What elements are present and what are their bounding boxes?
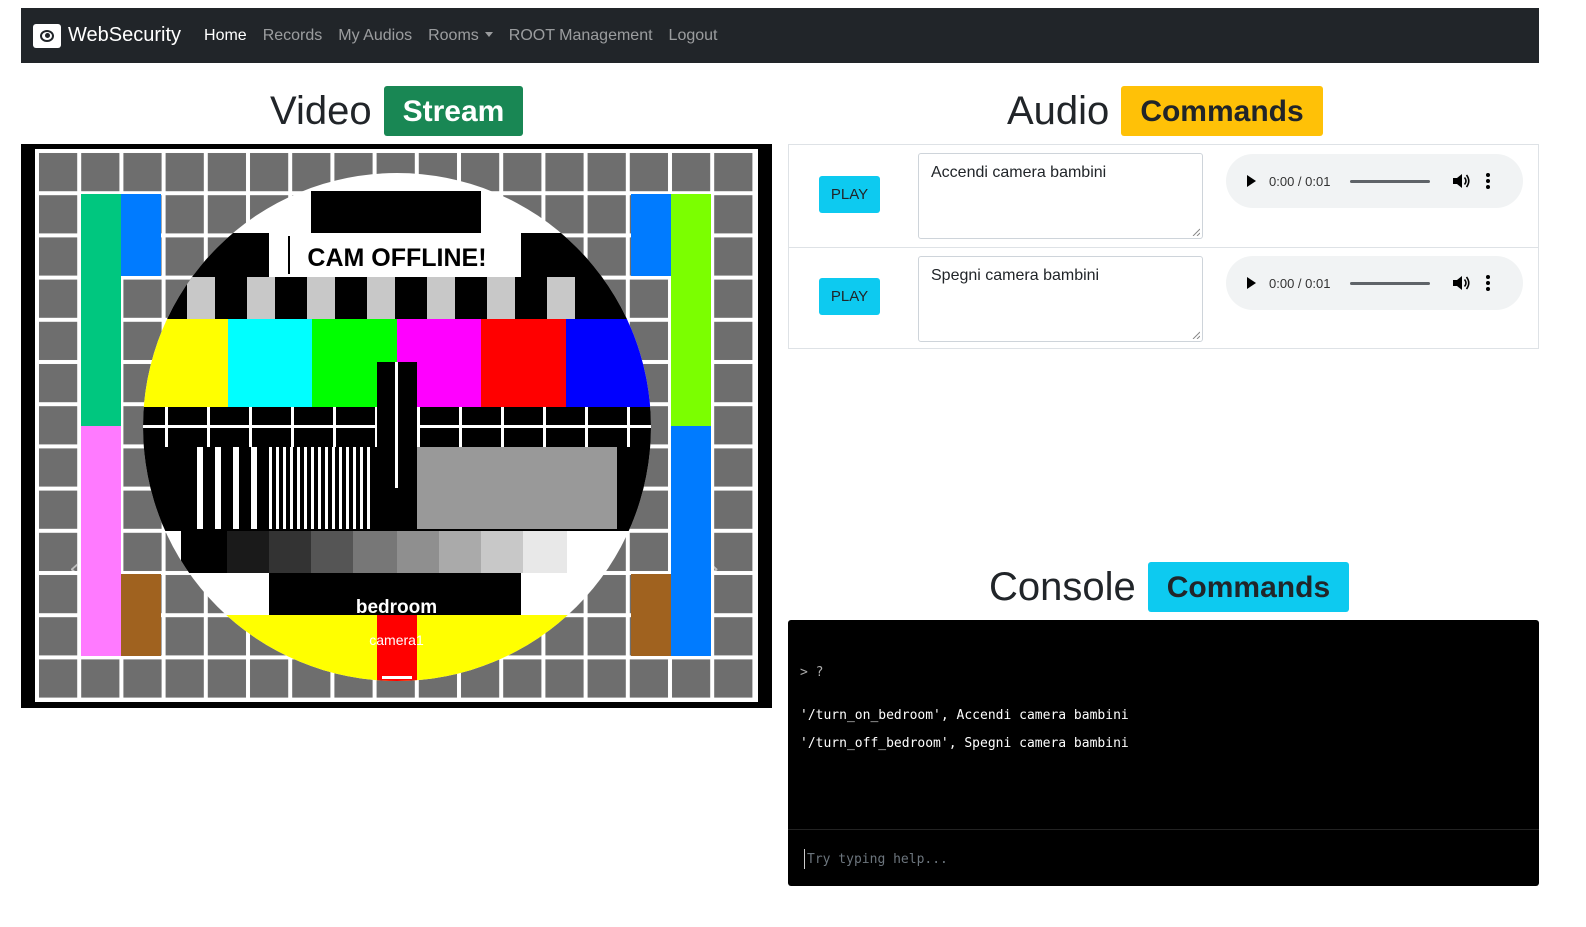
nav-item-records[interactable]: Records bbox=[263, 27, 323, 45]
nav-item-logout[interactable]: Logout bbox=[669, 27, 718, 45]
console-title: Console bbox=[989, 564, 1136, 609]
audio-time: 0:00 / 0:01 bbox=[1269, 275, 1331, 291]
command-text: Accendi camera bambini bbox=[931, 164, 1107, 181]
audio-heading: Audio Commands bbox=[1007, 86, 1323, 136]
carousel-caption-title: bedroom bbox=[355, 597, 438, 618]
audio-row: PLAY Accendi camera bambini 0:00 / 0:01 bbox=[789, 145, 1538, 247]
nav-item-rooms[interactable]: Rooms bbox=[428, 27, 493, 45]
carousel-prev-icon[interactable]: ‹ bbox=[69, 554, 83, 584]
console-line: > ? bbox=[800, 665, 824, 680]
stream-badge: Stream bbox=[383, 86, 524, 136]
audio-progress-slider[interactable] bbox=[1350, 281, 1431, 285]
console-commands-badge: Commands bbox=[1147, 562, 1350, 612]
audio-title: Audio bbox=[1007, 88, 1110, 133]
resize-handle-icon[interactable] bbox=[1192, 228, 1200, 236]
nav-item-rooms-label: Rooms bbox=[428, 26, 479, 44]
audio-player[interactable]: 0:00 / 0:01 bbox=[1226, 154, 1523, 208]
resize-handle-icon[interactable] bbox=[1192, 331, 1200, 339]
carousel-indicator[interactable] bbox=[382, 676, 412, 679]
caret-down-icon bbox=[484, 31, 493, 37]
audio-time: 0:00 / 0:01 bbox=[1269, 173, 1331, 189]
play-icon[interactable] bbox=[1247, 175, 1256, 187]
brand-name: WebSecurity bbox=[68, 24, 182, 46]
audio-progress-slider[interactable] bbox=[1350, 179, 1431, 183]
brand[interactable]: WebSecurity bbox=[33, 23, 182, 48]
carousel-caption-subtitle: camera1 bbox=[369, 632, 424, 648]
command-textarea[interactable]: Spegni camera bambini bbox=[918, 256, 1203, 342]
navbar: WebSecurity Home Records My Audios Rooms… bbox=[21, 8, 1539, 63]
cam-offline-text: CAM OFFLINE! bbox=[307, 244, 486, 272]
audio-commands-table: PLAY Accendi camera bambini 0:00 / 0:01 … bbox=[788, 144, 1539, 349]
console-panel: > ? '/turn_on_bedroom', Accendi camera b… bbox=[788, 620, 1539, 886]
console-input[interactable] bbox=[804, 849, 1504, 869]
command-textarea[interactable]: Accendi camera bambini bbox=[918, 153, 1203, 239]
command-text: Spegni camera bambini bbox=[931, 267, 1100, 284]
nav-item-home[interactable]: Home bbox=[204, 27, 247, 45]
more-options-icon[interactable] bbox=[1486, 173, 1491, 189]
eye-logo-icon bbox=[33, 23, 61, 48]
nav-menu: Home Records My Audios Rooms ROOT Manage… bbox=[204, 27, 733, 45]
video-carousel: CAM OFFLINE! ‹ › bbox=[21, 144, 772, 708]
audio-commands-badge: Commands bbox=[1121, 86, 1323, 136]
console-heading: Console Commands bbox=[989, 562, 1350, 612]
play-button[interactable]: PLAY bbox=[819, 278, 880, 315]
volume-icon[interactable] bbox=[1452, 275, 1470, 291]
video-heading: Video Stream bbox=[270, 86, 524, 136]
play-button[interactable]: PLAY bbox=[819, 176, 880, 213]
console-divider bbox=[788, 829, 1539, 830]
test-card-image: CAM OFFLINE! bbox=[35, 149, 758, 702]
play-icon[interactable] bbox=[1247, 277, 1256, 289]
audio-player[interactable]: 0:00 / 0:01 bbox=[1226, 256, 1523, 310]
console-line: '/turn_off_bedroom', Spegni camera bambi… bbox=[800, 736, 1129, 751]
audio-row: PLAY Spegni camera bambini 0:00 / 0:01 bbox=[789, 247, 1538, 349]
volume-icon[interactable] bbox=[1452, 173, 1470, 189]
nav-item-my-audios[interactable]: My Audios bbox=[338, 27, 412, 45]
nav-item-root-management[interactable]: ROOT Management bbox=[509, 27, 653, 45]
console-line: '/turn_on_bedroom', Accendi camera bambi… bbox=[800, 708, 1129, 723]
carousel-next-icon[interactable]: › bbox=[709, 554, 723, 584]
video-title: Video bbox=[270, 88, 372, 133]
more-options-icon[interactable] bbox=[1486, 275, 1491, 291]
